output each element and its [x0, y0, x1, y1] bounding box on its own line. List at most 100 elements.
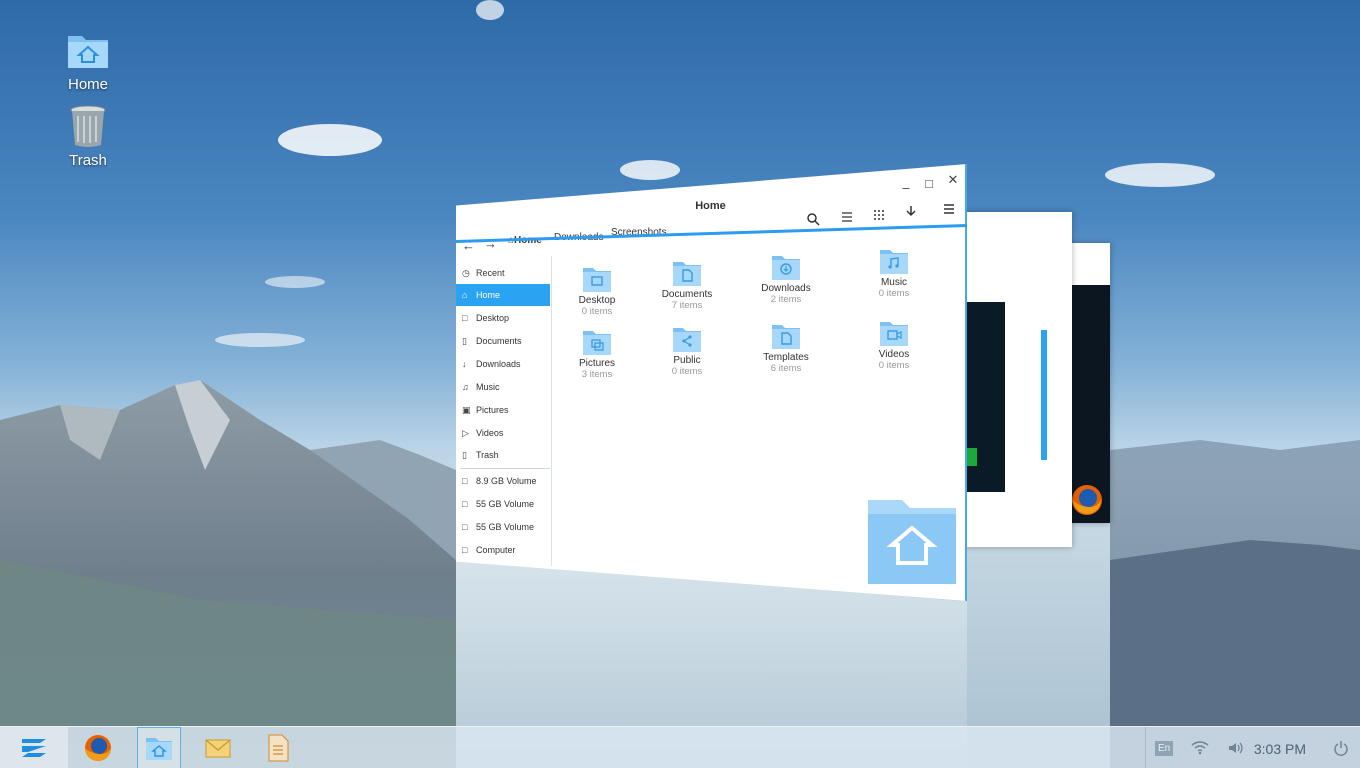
sidebar-item-label: 55 GB Volume: [476, 522, 535, 532]
documents-folder-icon: [673, 262, 701, 286]
tray-divider: [1145, 727, 1146, 768]
firefox-icon: [1072, 485, 1102, 515]
window-title: Home: [695, 200, 726, 212]
files-icon: [146, 738, 172, 760]
close-button[interactable]: ✕: [946, 172, 960, 188]
folder-item-downloads[interactable]: Downloads 2 items: [746, 252, 826, 305]
power-button[interactable]: [1333, 727, 1349, 768]
wifi-icon: [1191, 741, 1209, 755]
folder-name: Music: [880, 277, 908, 288]
taskbar-document-viewer[interactable]: [256, 727, 300, 768]
sidebar: ◷ Recent ⌂ Home □ Desktop ▯ Documents ↓ Downl…: [456, 256, 552, 566]
folder-item-public[interactable]: Public 0 items: [647, 324, 727, 377]
folder-name: Desktop: [578, 295, 616, 306]
video-icon: ▷: [462, 428, 469, 438]
videos-folder-icon: [880, 322, 908, 346]
sidebar-item-volume[interactable]: □ 55 GB Volume: [456, 493, 550, 515]
taskbar-firefox[interactable]: [76, 727, 120, 768]
picture-icon: ▣: [462, 405, 471, 415]
sidebar-item-downloads[interactable]: ↓ Downloads: [456, 353, 550, 375]
sidebar-item-label: Home: [476, 290, 501, 300]
folder-name: Videos: [878, 349, 910, 360]
minimize-button[interactable]: –: [899, 180, 913, 195]
sidebar-item-trash[interactable]: ▯ Trash: [456, 444, 550, 466]
home-folder-watermark-icon: [868, 500, 956, 584]
sidebar-item-label: Music: [476, 382, 500, 392]
list-view-icon[interactable]: [840, 210, 854, 224]
sidebar-item-computer[interactable]: □ Computer: [456, 539, 550, 561]
sidebar-item-label: Videos: [476, 428, 504, 438]
folder-count: 2 items: [770, 294, 802, 305]
volume-icon: [1229, 742, 1243, 754]
folder-item-videos[interactable]: Videos 0 items: [854, 318, 934, 371]
zorin-menu-icon: [22, 739, 46, 757]
pictures-folder-icon: [583, 331, 611, 355]
downloads-folder-icon: [772, 256, 800, 280]
keyboard-layout-indicator[interactable]: En: [1155, 727, 1174, 768]
sidebar-item-music[interactable]: ♫ Music: [456, 376, 550, 398]
desktop-home-icon[interactable]: Home: [48, 26, 128, 93]
desktop-icon: □: [462, 313, 468, 323]
folder-count: 0 items: [878, 360, 910, 371]
folder-item-templates[interactable]: Templates 6 items: [746, 321, 826, 374]
folder-count: 7 items: [671, 300, 703, 311]
taskbar-mail[interactable]: [196, 727, 240, 768]
music-icon: ♫: [462, 382, 469, 392]
sidebar-item-home[interactable]: ⌂ Home: [456, 284, 550, 306]
drive-icon: □: [462, 476, 468, 486]
home-icon: ⌂: [462, 290, 468, 300]
drive-icon: □: [462, 499, 468, 509]
download-icon: ↓: [462, 359, 467, 369]
start-menu-button[interactable]: [0, 727, 68, 768]
sidebar-item-volume[interactable]: □ 8.9 GB Volume: [456, 470, 550, 492]
folder-item-pictures[interactable]: Pictures 3 items: [557, 327, 637, 380]
music-folder-icon: [880, 250, 908, 274]
desktop-icon-label: Trash: [69, 152, 107, 169]
power-icon: [1334, 741, 1348, 756]
folder-item-music[interactable]: Music 0 items: [854, 246, 934, 299]
sidebar-divider: [460, 468, 550, 469]
trash-icon: ▯: [462, 450, 467, 460]
sidebar-item-recent[interactable]: ◷ Recent: [456, 262, 550, 284]
network-indicator[interactable]: [1190, 727, 1210, 768]
grid-view-icon[interactable]: [872, 208, 886, 222]
folder-count: 0 items: [671, 366, 703, 377]
computer-icon: □: [462, 545, 468, 555]
document-viewer-icon: [268, 734, 289, 762]
sidebar-item-desktop[interactable]: □ Desktop: [456, 307, 550, 329]
taskbar-files[interactable]: [137, 727, 181, 768]
folder-count: 6 items: [770, 363, 802, 374]
folder-name: Public: [673, 355, 701, 366]
volume-indicator[interactable]: [1227, 727, 1245, 768]
download-icon[interactable]: [904, 204, 918, 218]
sidebar-item-label: Downloads: [476, 359, 521, 369]
folder-count: 3 items: [581, 369, 613, 380]
drive-icon: □: [462, 522, 468, 532]
search-icon[interactable]: [806, 212, 820, 226]
clock[interactable]: 3:03 PM: [1254, 741, 1306, 757]
sidebar-item-label: Computer: [476, 545, 516, 555]
sidebar-item-label: Trash: [476, 450, 499, 460]
folder-item-desktop[interactable]: Desktop 0 items: [557, 264, 637, 317]
sidebar-item-label: 55 GB Volume: [476, 499, 535, 509]
sidebar-item-pictures[interactable]: ▣ Pictures: [456, 399, 550, 421]
menu-icon[interactable]: [942, 202, 956, 216]
clock-icon: ◷: [462, 268, 470, 278]
background-window-browser[interactable]: [965, 212, 1072, 547]
desktop-icon-label: Home: [67, 76, 108, 93]
desktop-trash-icon[interactable]: Trash: [48, 102, 128, 169]
sidebar-item-videos[interactable]: ▷ Videos: [456, 422, 550, 444]
folder-name: Downloads: [761, 283, 811, 294]
mail-icon: [205, 739, 231, 758]
folder-item-documents[interactable]: Documents 7 items: [647, 258, 727, 311]
sidebar-item-documents[interactable]: ▯ Documents: [456, 330, 550, 352]
sidebar-item-volume[interactable]: □ 55 GB Volume: [456, 516, 550, 538]
file-manager-window[interactable]: Home – □ ✕ ← → ⌂Home Downloads Screensho…: [456, 164, 967, 601]
firefox-icon: [85, 735, 111, 761]
folder-name: Documents: [661, 289, 713, 300]
maximize-button[interactable]: □: [922, 176, 936, 191]
folder-count: 0 items: [878, 288, 910, 299]
public-folder-icon: [673, 328, 701, 352]
home-folder-icon: [68, 36, 108, 68]
folder-name: Templates: [763, 352, 809, 363]
